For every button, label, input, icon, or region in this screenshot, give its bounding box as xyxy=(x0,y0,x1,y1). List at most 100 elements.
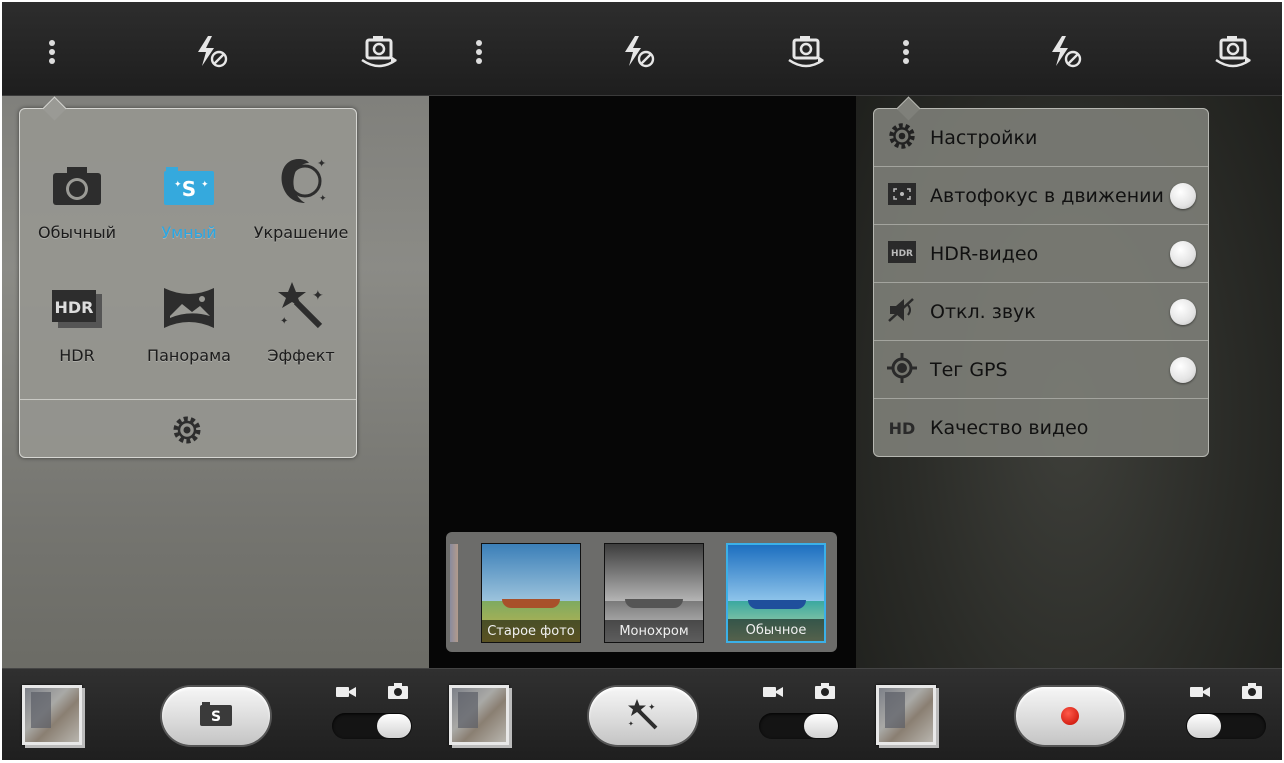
magic-wand-icon: ✦ ✦ xyxy=(626,698,660,734)
svg-text:✦: ✦ xyxy=(317,157,326,170)
photo-video-switch[interactable] xyxy=(332,683,412,743)
filter-normal[interactable]: Обычное xyxy=(726,543,826,643)
overflow-menu-icon[interactable] xyxy=(886,32,926,72)
shutter-button[interactable]: S xyxy=(162,687,270,745)
switch-knob[interactable] xyxy=(804,714,838,738)
mode-label: Умный xyxy=(161,223,217,242)
shutter-button[interactable]: ✦ ✦ xyxy=(589,687,697,745)
overflow-menu-icon[interactable] xyxy=(32,32,72,72)
smart-camera-icon: S xyxy=(199,701,233,731)
switch-camera-icon[interactable] xyxy=(359,32,399,72)
bottom-bar xyxy=(856,668,1282,760)
gallery-thumbnail[interactable] xyxy=(22,685,82,745)
switch-knob[interactable] xyxy=(377,714,411,738)
mode-panorama[interactable]: Панорама xyxy=(134,274,244,384)
setting-row-video-quality[interactable]: HD Качество видео xyxy=(874,399,1208,457)
svg-text:HDR: HDR xyxy=(55,298,94,317)
mode-normal[interactable]: Обычный xyxy=(22,151,132,261)
toggle-gps-tag[interactable] xyxy=(1170,356,1196,383)
mode-label: Эффект xyxy=(267,346,335,365)
record-button[interactable] xyxy=(1016,687,1124,745)
svg-text:✦: ✦ xyxy=(319,194,327,204)
flash-off-icon[interactable] xyxy=(619,32,659,72)
svg-text:✦: ✦ xyxy=(201,180,209,190)
shooting-mode-popup: Обычный S ✦ ✦ Умный ✦ ✦ Украшение HDR HDR П… xyxy=(19,108,357,458)
mode-label: Украшение xyxy=(253,223,349,242)
svg-text:✦: ✦ xyxy=(628,720,634,728)
filter-label: Старое фото xyxy=(482,620,580,642)
gallery-thumbnail[interactable] xyxy=(876,685,936,745)
svg-text:✦: ✦ xyxy=(280,316,288,327)
beauty-face-icon: ✦ ✦ xyxy=(273,155,329,211)
camera-icon xyxy=(388,683,408,703)
switch-camera-icon[interactable] xyxy=(1213,32,1253,72)
svg-text:✦: ✦ xyxy=(174,180,182,190)
overflow-menu-icon[interactable] xyxy=(459,32,499,72)
hdr-icon: HDR xyxy=(50,288,104,334)
filter-mono[interactable]: Монохром xyxy=(604,543,704,643)
svg-text:✦: ✦ xyxy=(312,288,324,304)
gallery-thumbnail[interactable] xyxy=(449,685,509,745)
video-camera-icon xyxy=(763,684,783,703)
hd-icon: HD xyxy=(888,418,916,438)
switch-camera-icon[interactable] xyxy=(786,32,826,72)
setting-label: Качество видео xyxy=(930,417,1089,439)
bottom-bar: ✦ ✦ xyxy=(429,668,856,760)
effect-filter-strip[interactable]: Старое фото Монохром Обычное xyxy=(446,532,837,652)
toggle-motion-autofocus[interactable] xyxy=(1170,182,1196,209)
top-bar xyxy=(856,2,1282,96)
setting-row-hdr-video[interactable]: HDR HDR-видео xyxy=(874,225,1208,283)
toggle-hdr-video[interactable] xyxy=(1170,240,1196,267)
camera-screen-effects: Старое фото Монохром Обычное ✦ ✦ xyxy=(429,2,856,760)
setting-label: Автофокус в движении xyxy=(930,184,1164,207)
camera-screen-video-settings: Настройки Автофокус в движении HDR HDR-в… xyxy=(856,2,1282,760)
filter-partial[interactable] xyxy=(450,544,458,642)
video-camera-icon xyxy=(1190,684,1210,703)
camera-icon xyxy=(1242,683,1262,703)
camera-screen-modes: Обычный S ✦ ✦ Умный ✦ ✦ Украшение HDR HDR П… xyxy=(2,2,429,760)
switch-knob[interactable] xyxy=(1187,714,1221,738)
svg-text:S: S xyxy=(211,709,221,725)
toggle-mute[interactable] xyxy=(1170,298,1196,325)
mode-smart[interactable]: S ✦ ✦ Умный xyxy=(134,151,244,261)
filter-vintage[interactable]: Старое фото xyxy=(481,543,581,643)
filter-label: Монохром xyxy=(605,620,703,642)
top-bar xyxy=(429,2,856,96)
motion-focus-icon xyxy=(887,182,917,210)
mode-label: Панорама xyxy=(147,346,231,365)
flash-off-icon[interactable] xyxy=(192,32,232,72)
gps-icon xyxy=(887,352,917,387)
video-camera-icon xyxy=(336,684,356,703)
smart-camera-icon: S ✦ ✦ xyxy=(162,165,216,211)
gear-icon xyxy=(886,120,918,156)
flash-off-icon[interactable] xyxy=(1046,32,1086,72)
setting-label: Откл. звук xyxy=(930,300,1036,323)
mode-effect[interactable]: ✦ ✦ Эффект xyxy=(246,274,356,384)
setting-row-gps-tag[interactable]: Тег GPS xyxy=(874,341,1208,399)
bottom-bar: S xyxy=(2,668,429,760)
setting-row-mute[interactable]: Откл. звук xyxy=(874,283,1208,341)
camera-icon xyxy=(51,165,103,211)
panorama-icon xyxy=(162,286,216,334)
mode-hdr[interactable]: HDR HDR xyxy=(22,274,132,384)
mode-beauty[interactable]: ✦ ✦ Украшение xyxy=(246,151,356,261)
mode-label: HDR xyxy=(59,346,95,365)
filter-label: Обычное xyxy=(728,619,824,641)
setting-row-settings[interactable]: Настройки xyxy=(874,109,1208,167)
record-icon xyxy=(1061,707,1079,725)
setting-row-motion-autofocus[interactable]: Автофокус в движении xyxy=(874,167,1208,225)
hdr-video-icon: HDR xyxy=(887,240,917,268)
video-settings-popup: Настройки Автофокус в движении HDR HDR-в… xyxy=(873,108,1209,457)
mode-label: Обычный xyxy=(37,223,117,242)
setting-label: Тег GPS xyxy=(930,358,1008,381)
svg-text:✦: ✦ xyxy=(648,703,656,713)
top-bar xyxy=(2,2,429,96)
mute-icon xyxy=(887,297,917,327)
divider xyxy=(20,399,356,400)
magic-wand-icon: ✦ ✦ xyxy=(274,280,328,334)
photo-video-switch[interactable] xyxy=(759,683,839,743)
svg-text:HDR: HDR xyxy=(891,249,913,259)
gear-icon[interactable] xyxy=(170,413,204,447)
svg-text:S: S xyxy=(182,177,196,201)
photo-video-switch[interactable] xyxy=(1186,683,1266,743)
